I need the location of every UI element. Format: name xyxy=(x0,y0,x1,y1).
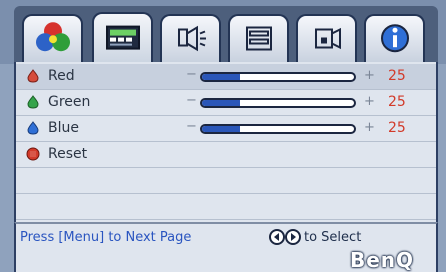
system-settings-icon xyxy=(245,26,272,51)
red-bullet-icon xyxy=(27,69,39,83)
reset-bullet-icon xyxy=(26,147,40,161)
decrease-icon[interactable]: − xyxy=(186,67,197,82)
brand-logo: BenQ xyxy=(350,248,415,272)
empty-row xyxy=(16,194,436,220)
tab-advanced-setup[interactable] xyxy=(296,14,357,64)
menu-item-red[interactable]: Red − + 25 xyxy=(16,64,436,90)
menu-item-label: Reset xyxy=(48,146,88,162)
increase-icon[interactable]: + xyxy=(364,94,375,109)
menu-item-reset[interactable]: Reset xyxy=(16,142,436,168)
tab-system-setup[interactable] xyxy=(228,14,289,64)
osd-menu: Red − + 25 Green − + 25 Blue − + 25 Rese… xyxy=(0,0,446,272)
green-slider[interactable] xyxy=(200,98,356,108)
blue-bullet-icon xyxy=(27,121,39,135)
color-circles-icon xyxy=(35,22,70,52)
menu-item-label: Red xyxy=(48,68,75,84)
increase-icon[interactable]: + xyxy=(364,68,375,83)
empty-row xyxy=(16,168,436,194)
information-icon xyxy=(380,24,409,53)
red-slider[interactable] xyxy=(200,72,356,82)
tab-color-settings[interactable] xyxy=(22,14,83,64)
tab-bar xyxy=(0,0,446,66)
decrease-icon[interactable]: − xyxy=(186,119,197,134)
tab-information[interactable] xyxy=(364,14,425,64)
blue-slider-fill xyxy=(202,126,240,132)
blue-value: 25 xyxy=(388,120,406,136)
left-right-arrows-icon xyxy=(269,229,301,245)
menu-item-label: Green xyxy=(48,94,91,110)
select-hint: to Select xyxy=(304,230,362,245)
tab-audio-setup[interactable] xyxy=(160,14,221,64)
green-bullet-icon xyxy=(27,95,39,109)
red-value: 25 xyxy=(388,68,406,84)
picture-settings-icon xyxy=(105,25,140,50)
footer-bar: Press [Menu] to Next Page to Select BenQ xyxy=(14,222,438,272)
decrease-icon[interactable]: − xyxy=(186,93,197,108)
advanced-settings-icon xyxy=(314,27,341,50)
increase-icon[interactable]: + xyxy=(364,120,375,135)
tab-picture-settings[interactable] xyxy=(92,12,153,66)
menu-item-green[interactable]: Green − + 25 xyxy=(16,90,436,116)
menu-item-label: Blue xyxy=(48,120,79,136)
next-page-hint: Press [Menu] to Next Page xyxy=(20,230,192,245)
red-slider-fill xyxy=(202,74,240,80)
green-value: 25 xyxy=(388,94,406,110)
audio-setup-icon xyxy=(177,25,206,52)
blue-slider[interactable] xyxy=(200,124,356,134)
menu-item-blue[interactable]: Blue − + 25 xyxy=(16,116,436,142)
green-slider-fill xyxy=(202,100,240,106)
